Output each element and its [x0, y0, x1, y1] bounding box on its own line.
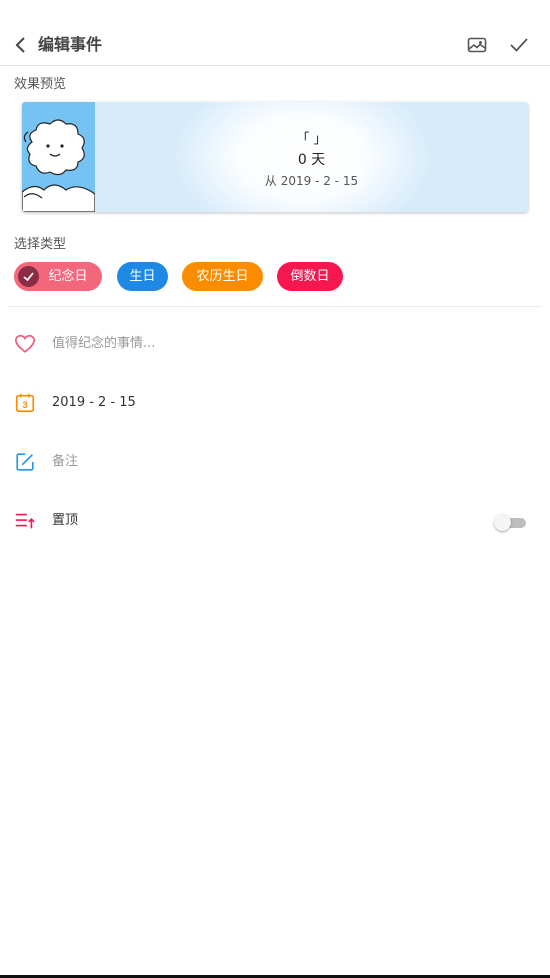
note-row[interactable]: 备注 — [0, 442, 550, 482]
edit-note-icon — [16, 453, 34, 471]
chip-countdown[interactable]: 倒数日 — [277, 262, 343, 291]
chip-anniversary[interactable]: 纪念日 — [14, 262, 102, 291]
pin-to-top-icon — [15, 513, 35, 529]
event-name-row[interactable]: 值得纪念的事情... — [0, 324, 550, 364]
selected-check-icon — [18, 266, 39, 287]
sheep-illustration-icon — [22, 119, 96, 212]
chip-label: 纪念日 — [48, 269, 88, 284]
heart-icon — [15, 334, 35, 353]
preview-title: 「 」 — [296, 132, 327, 147]
image-icon — [467, 37, 487, 53]
pin-row: 置顶 — [0, 501, 550, 541]
event-name-input[interactable]: 值得纪念的事情... — [52, 334, 155, 354]
preview-from-date: 从 2019 - 2 - 15 — [264, 174, 359, 188]
date-value[interactable]: 2019 - 2 - 15 — [52, 393, 136, 413]
chip-lunar-birthday[interactable]: 农历生日 — [182, 262, 263, 291]
background-image-button[interactable] — [466, 34, 488, 56]
type-section-label: 选择类型 — [14, 237, 67, 252]
chip-birthday[interactable]: 生日 — [117, 262, 168, 291]
toggle-knob — [494, 514, 511, 531]
preview-thumbnail — [22, 102, 96, 212]
save-button[interactable] — [508, 34, 530, 56]
divider — [8, 306, 542, 307]
chip-label: 倒数日 — [290, 269, 330, 284]
back-button[interactable] — [10, 34, 30, 56]
pin-label: 置顶 — [52, 513, 79, 528]
preview-card: 「 」 0 天 从 2019 - 2 - 15 — [22, 102, 528, 212]
app-bar: 编辑事件 — [0, 0, 550, 66]
page-title: 编辑事件 — [38, 35, 103, 54]
note-input[interactable]: 备注 — [52, 452, 78, 472]
preview-section-label: 效果预览 — [14, 77, 67, 92]
calendar-icon: 3 — [15, 393, 35, 413]
check-icon — [510, 38, 528, 52]
chip-label: 农历生日 — [196, 269, 249, 284]
chevron-left-icon — [15, 37, 25, 53]
preview-days: 0 天 — [297, 152, 326, 168]
date-row[interactable]: 3 2019 - 2 - 15 — [0, 383, 550, 423]
chip-label: 生日 — [129, 269, 156, 284]
calendar-icon-day: 3 — [22, 400, 27, 410]
pin-toggle[interactable] — [494, 514, 526, 531]
